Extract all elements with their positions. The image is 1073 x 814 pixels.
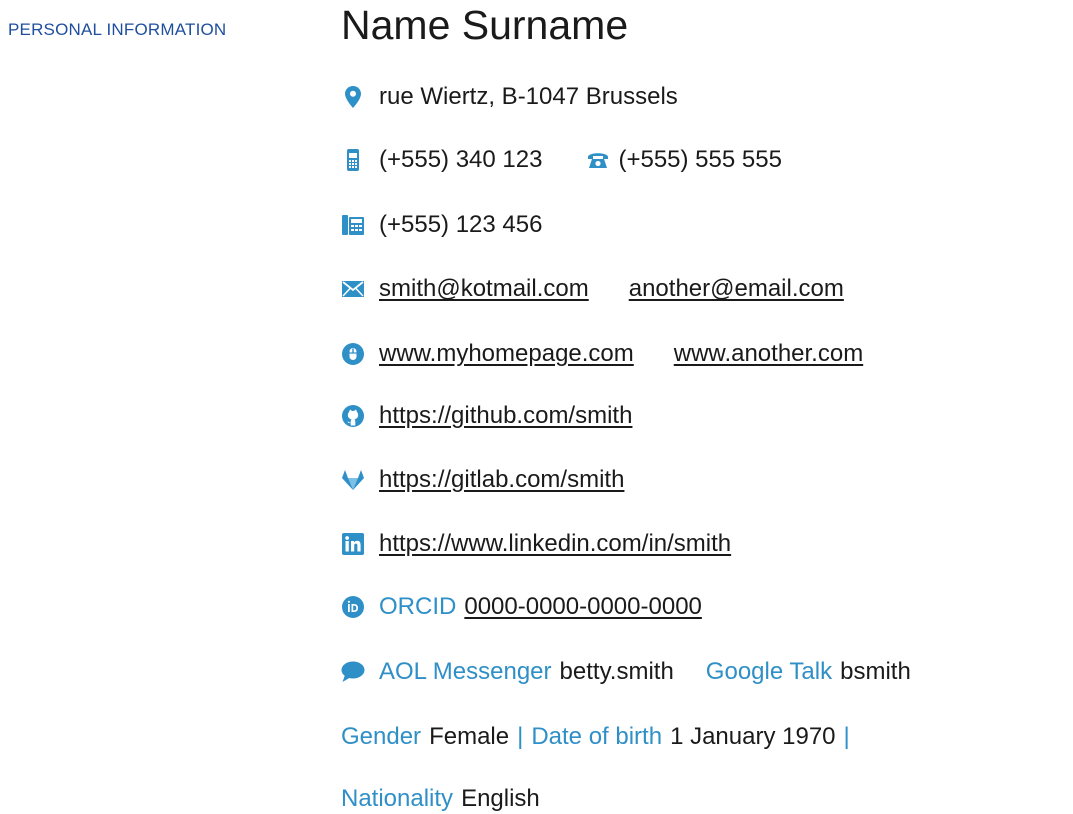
messenger-value-1: betty.smith [559, 658, 674, 685]
website-row: www.myhomepage.com www.another.com [341, 339, 863, 369]
gender-label: Gender [341, 723, 422, 750]
nationality-label: Nationality [341, 785, 454, 812]
linkedin-row: https://www.linkedin.com/in/smith [341, 529, 731, 559]
birth-label: Date of birth [531, 723, 663, 750]
fax-text: (+555) 123 456 [379, 211, 543, 238]
email-link-1[interactable]: smith@kotmail.com [379, 275, 589, 303]
gitlab-link[interactable]: https://gitlab.com/smith [379, 466, 624, 494]
speech-bubble-icon [341, 660, 365, 684]
website-link-1[interactable]: www.myhomepage.com [379, 340, 634, 368]
separator: | [517, 723, 524, 750]
gender-value: Female [429, 723, 510, 750]
messenger-label-2: Google Talk [705, 658, 833, 685]
website-link-2[interactable]: www.another.com [674, 340, 863, 368]
address-row: rue Wiertz, B-1047 Brussels [341, 82, 678, 112]
linkedin-link[interactable]: https://www.linkedin.com/in/smith [379, 530, 731, 558]
nationality-value: English [461, 785, 540, 812]
mobile-phone-icon [341, 148, 365, 172]
github-link[interactable]: https://github.com/smith [379, 402, 632, 430]
address-text: rue Wiertz, B-1047 Brussels [379, 83, 678, 110]
orcid-row: ORCID 0000-0000-0000-0000 [341, 592, 702, 622]
envelope-icon [341, 277, 365, 301]
email-row: smith@kotmail.com another@email.com [341, 274, 844, 304]
orcid-icon [341, 595, 365, 619]
phone-row: (+555) 340 123 (+555) 555 555 [341, 145, 782, 175]
page-title: Name Surname [341, 2, 629, 48]
orcid-label: ORCID [379, 593, 457, 620]
messenger-label-1: AOL Messenger [379, 658, 552, 685]
mouse-globe-icon [341, 342, 365, 366]
gitlab-row: https://gitlab.com/smith [341, 465, 624, 495]
personal-row: Gender Female | Date of birth 1 January … [341, 722, 850, 752]
gitlab-icon [341, 468, 365, 492]
messenger-value-2: bsmith [840, 658, 911, 685]
email-link-2[interactable]: another@email.com [629, 275, 844, 303]
section-label: PERSONAL INFORMATION [8, 20, 227, 39]
fax-icon [341, 213, 365, 237]
home-phone-text: (+555) 555 555 [618, 146, 782, 173]
linkedin-icon [341, 532, 365, 556]
map-marker-icon [341, 85, 365, 109]
mobile-phone-text: (+555) 340 123 [379, 146, 543, 173]
separator: | [843, 723, 850, 750]
orcid-link[interactable]: 0000-0000-0000-0000 [464, 593, 702, 621]
messenger-row: AOL Messenger betty.smith Google Talk bs… [341, 657, 911, 687]
github-row: https://github.com/smith [341, 401, 632, 431]
nationality-row: Nationality English [341, 784, 540, 814]
birth-value: 1 January 1970 [670, 723, 836, 750]
fax-row: (+555) 123 456 [341, 210, 542, 240]
phone-icon [586, 148, 610, 172]
github-icon [341, 404, 365, 428]
